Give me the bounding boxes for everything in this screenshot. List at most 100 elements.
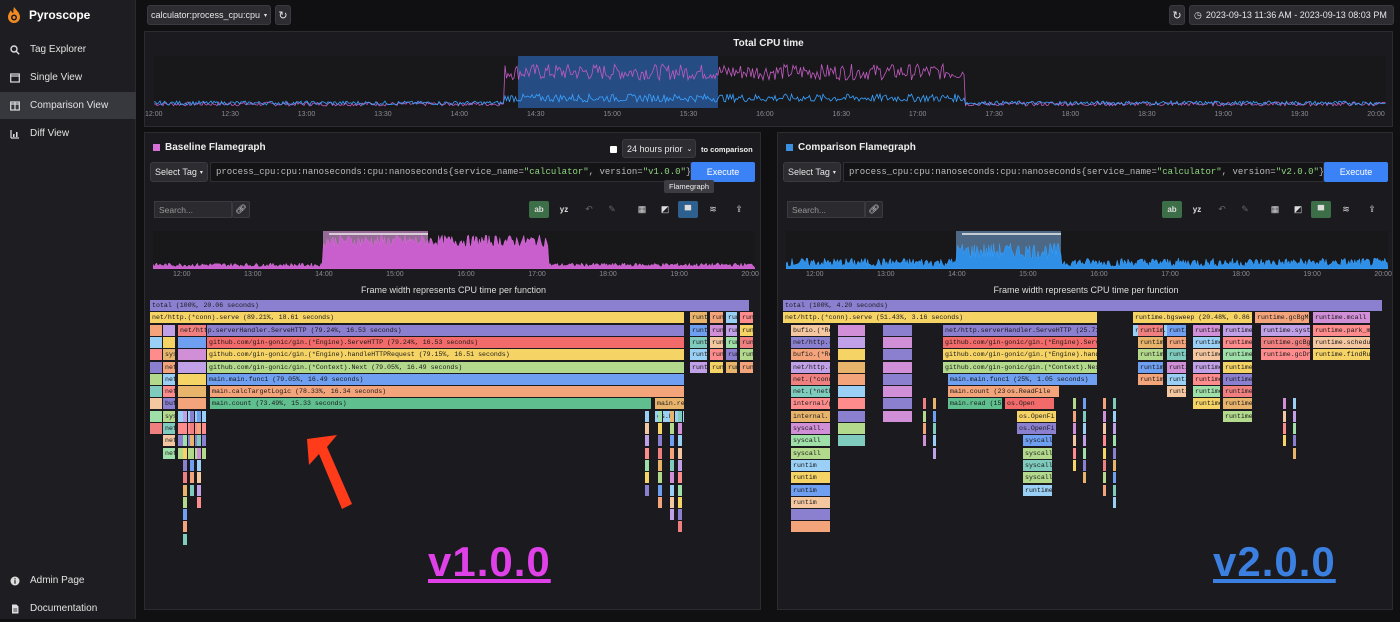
flame-frame[interactable]: os.OpenFi	[1017, 423, 1057, 434]
flame-frame[interactable]: runt	[710, 349, 724, 361]
flame-frame[interactable]: runtime	[1138, 336, 1164, 348]
flame-frame[interactable]	[1113, 496, 1117, 508]
flame-frame[interactable]	[197, 447, 202, 459]
flame-frame[interactable]: main.main.func1 (25%, 1.05 seconds)	[948, 373, 1098, 385]
flame-frame[interactable]	[1113, 447, 1117, 459]
flame-frame[interactable]	[150, 410, 163, 422]
flame-frame[interactable]	[838, 361, 866, 373]
flame-frame[interactable]	[838, 373, 866, 385]
flame-frame[interactable]	[838, 349, 866, 361]
flame-frame[interactable]: internal/p	[791, 398, 831, 410]
flame-frame[interactable]: runt	[726, 324, 738, 336]
flame-frame[interactable]: github.com/gin-gonic/gin.(*Engine).handl	[943, 349, 1098, 361]
sandwich-view-button[interactable]: ≋	[1336, 201, 1356, 218]
flame-frame[interactable]: runtime	[1223, 373, 1253, 385]
flame-frame[interactable]	[670, 410, 675, 422]
flame-frame[interactable]: github.com/gin-gonic/gin.(*Engine).Serve	[943, 336, 1098, 348]
table-view-button[interactable]: ▦	[632, 201, 652, 218]
flame-frame[interactable]: runt	[740, 336, 754, 348]
flame-frame[interactable]	[183, 435, 188, 447]
flame-frame[interactable]: net.(*conn	[791, 373, 831, 385]
flame-frame[interactable]	[883, 324, 913, 336]
flame-frame[interactable]	[923, 410, 927, 422]
flame-frame[interactable]: runtime.syste	[1261, 324, 1311, 336]
flame-frame[interactable]	[197, 435, 202, 447]
flame-frame[interactable]	[1083, 410, 1087, 422]
flame-frame[interactable]	[150, 423, 163, 434]
flame-frame[interactable]	[1293, 398, 1297, 410]
flame-frame[interactable]	[678, 472, 683, 484]
flame-frame[interactable]	[150, 361, 163, 373]
flame-frame[interactable]: net/http	[163, 373, 176, 385]
flame-frame[interactable]	[1293, 435, 1297, 447]
flame-frame[interactable]	[838, 435, 866, 447]
sidebar-item-diff-view[interactable]: Diff View	[0, 120, 136, 147]
flame-frame[interactable]	[150, 349, 163, 361]
flame-frame[interactable]: bufio	[163, 398, 176, 410]
sort-yz-button[interactable]: yz	[1187, 201, 1207, 218]
flame-frame[interactable]	[163, 336, 176, 348]
flame-frame[interactable]	[1073, 435, 1077, 447]
flame-frame[interactable]	[1073, 398, 1077, 410]
flame-frame[interactable]: runtime	[1223, 349, 1253, 361]
flame-frame[interactable]: runt	[726, 336, 738, 348]
flame-frame[interactable]	[178, 386, 207, 398]
flame-frame[interactable]: runtime	[1193, 336, 1221, 348]
flame-frame[interactable]	[658, 423, 663, 434]
flame-frame[interactable]	[1293, 447, 1297, 459]
flame-frame[interactable]	[150, 324, 163, 336]
flame-frame[interactable]: runtime	[1193, 361, 1221, 373]
sidebar-item-documentation[interactable]: Documentation	[0, 595, 136, 622]
flame-frame[interactable]: runtime	[1138, 361, 1164, 373]
baseline-query-input[interactable]: process_cpu:cpu:nanoseconds:cpu:nanoseco…	[210, 162, 691, 182]
flame-frame[interactable]: runtime	[1223, 410, 1253, 422]
flame-frame[interactable]	[183, 533, 188, 545]
flame-frame[interactable]: runtime	[1223, 324, 1253, 336]
flame-frame[interactable]: syscall.	[791, 423, 831, 434]
flame-frame[interactable]	[1083, 435, 1087, 447]
redo-button[interactable]: ✎	[602, 201, 622, 218]
baseline-execute-button[interactable]: Execute	[691, 162, 755, 182]
flamegraph-view-button[interactable]: ▀	[1311, 201, 1331, 218]
flame-frame[interactable]	[1113, 459, 1117, 471]
flame-frame[interactable]	[190, 484, 195, 496]
flame-frame[interactable]: runtime	[1193, 324, 1221, 336]
flame-frame[interactable]	[883, 336, 913, 348]
flame-frame[interactable]	[183, 410, 188, 422]
flame-frame[interactable]	[670, 435, 675, 447]
flame-frame[interactable]: runtime.park_m	[1313, 324, 1371, 336]
flame-frame[interactable]: net/http.(*conn).serve (89.21%, 18.61 se…	[150, 312, 685, 324]
sort-alpha-button[interactable]: ab	[529, 201, 549, 218]
flame-frame[interactable]	[1283, 423, 1287, 434]
flame-frame[interactable]	[838, 324, 866, 336]
flame-frame[interactable]	[183, 447, 188, 459]
flame-frame[interactable]: runt	[740, 312, 754, 324]
flame-frame[interactable]: net	[163, 361, 176, 373]
app-logo[interactable]: Pyroscope	[6, 4, 90, 26]
flame-frame[interactable]	[1113, 410, 1117, 422]
flame-frame[interactable]	[678, 435, 683, 447]
flame-frame[interactable]: main.count (23.81%, 1.00 sec	[948, 386, 1006, 398]
flame-frame[interactable]	[190, 423, 195, 434]
flame-frame[interactable]: runtime.	[1023, 484, 1053, 496]
flame-frame[interactable]	[1083, 423, 1087, 434]
flame-frame[interactable]: runtime	[1223, 361, 1253, 373]
flame-frame[interactable]: runtime	[690, 324, 708, 336]
flame-frame[interactable]: syscall	[163, 349, 176, 361]
flame-frame[interactable]	[933, 447, 937, 459]
flame-frame[interactable]	[150, 386, 163, 398]
flame-frame[interactable]	[178, 361, 207, 373]
flame-frame[interactable]: main.calcTargetLogic (78.33%, 16.34 seco…	[210, 386, 685, 398]
flame-frame[interactable]	[1103, 459, 1107, 471]
flame-frame[interactable]: runt	[726, 349, 738, 361]
flame-frame[interactable]: runtime.gcBgM	[1261, 336, 1311, 348]
flame-frame[interactable]: runtim	[791, 484, 831, 496]
flame-frame[interactable]	[838, 423, 866, 434]
flame-frame[interactable]	[1113, 398, 1117, 410]
flame-frame[interactable]	[883, 349, 913, 361]
flame-frame[interactable]	[670, 459, 675, 471]
flame-frame[interactable]	[197, 410, 202, 422]
flame-frame[interactable]	[678, 509, 683, 521]
flame-frame[interactable]	[1103, 435, 1107, 447]
flame-frame[interactable]	[658, 472, 663, 484]
